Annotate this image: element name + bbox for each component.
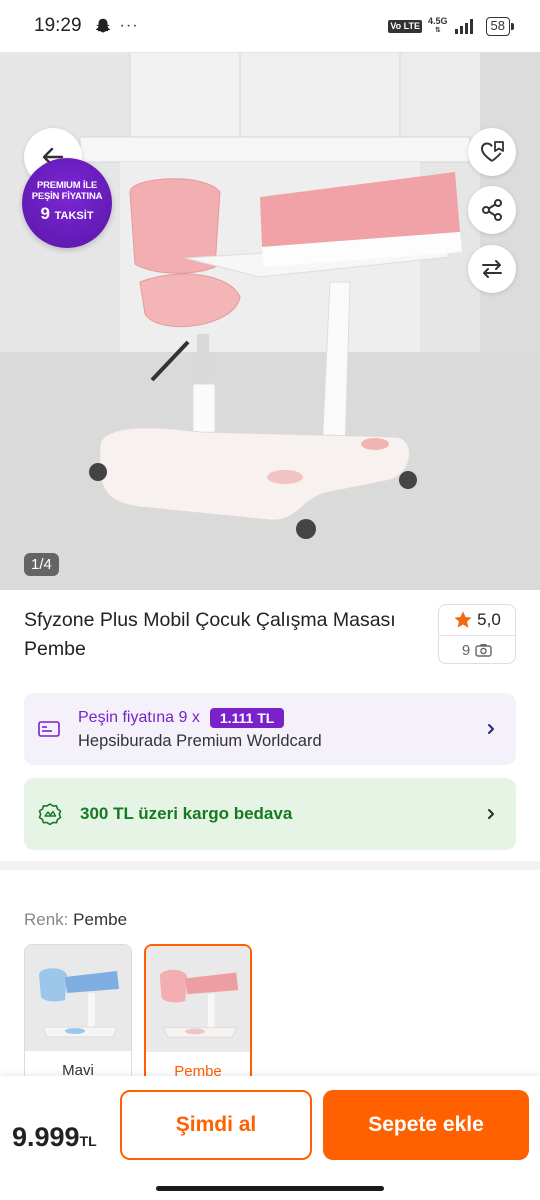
shipping-badge-icon	[38, 803, 62, 825]
premium-installment-card[interactable]: Peşin fiyatına 9 x 1.111 TL Hepsiburada …	[24, 693, 516, 765]
battery-level: 58	[485, 16, 515, 36]
camera-icon	[475, 644, 492, 657]
product-image-gallery[interactable]: PREMIUM İLE PEŞİN FİYATINA 9 TAKSİT 1/4	[0, 52, 540, 590]
promo-line3: 9 TAKSİT	[40, 204, 94, 223]
credit-card-icon	[38, 721, 60, 737]
installment-price: 1.111 TL	[209, 707, 285, 728]
home-indicator[interactable]	[156, 1186, 384, 1191]
photo-reviews[interactable]: 9	[439, 636, 515, 664]
volte-badge: Vo LTE	[388, 19, 423, 33]
free-shipping-text: 300 TL üzeri kargo bedava	[80, 804, 293, 823]
free-shipping-card[interactable]: 300 TL üzeri kargo bedava	[24, 778, 516, 850]
price-value: 9.999	[12, 1122, 80, 1152]
image-counter: 1/4	[24, 553, 59, 576]
chevron-right-icon	[488, 809, 494, 819]
share-icon	[482, 199, 502, 221]
section-divider	[0, 861, 540, 870]
color-option-pembe[interactable]: Pembe	[144, 944, 252, 1084]
chevron-right-icon	[488, 724, 494, 734]
bottom-action-bar: 9.999TL Şimdi al Sepete ekle	[0, 1076, 540, 1200]
color-thumbnail-pink	[146, 946, 250, 1052]
add-to-cart-button[interactable]: Sepete ekle	[323, 1090, 529, 1160]
color-thumbnail-blue	[25, 945, 131, 1051]
status-right: Vo LTE 4.5G ⇅ 58	[388, 16, 515, 36]
product-photo	[0, 52, 540, 590]
color-label-value: Pembe	[73, 910, 128, 929]
buy-now-button[interactable]: Şimdi al	[120, 1090, 312, 1160]
more-dots-icon: ···	[119, 17, 139, 34]
snapchat-icon	[95, 18, 110, 33]
network-type: 4.5G ⇅	[428, 16, 448, 35]
rating-value: 5,0	[477, 610, 501, 629]
color-label: Renk: Pembe	[24, 910, 127, 930]
add-to-list-button[interactable]	[468, 128, 516, 176]
promo-line1: PREMIUM İLE	[36, 180, 98, 191]
installment-prefix: Peşin fiyatına 9 x	[78, 708, 200, 726]
signal-icon	[454, 19, 473, 34]
heart-plus-icon	[480, 141, 504, 162]
photo-review-count: 9	[461, 641, 471, 659]
rating-row: 5,0	[439, 605, 515, 636]
status-bar: 19:29 ··· Vo LTE 4.5G ⇅ 58	[0, 0, 540, 52]
premium-text: Peşin fiyatına 9 x 1.111 TL Hepsiburada …	[78, 707, 322, 751]
share-button[interactable]	[468, 186, 516, 234]
color-option-mavi[interactable]: Mavi	[24, 944, 132, 1084]
rating-box[interactable]: 5,0 9	[438, 604, 516, 664]
card-name: Hepsiburada Premium Worldcard	[78, 731, 322, 750]
product-title: Sfyzone Plus Mobil Çocuk Çalışma Masası …	[24, 609, 396, 660]
product-price: 9.999TL	[12, 1122, 97, 1153]
status-time: 19:29	[34, 15, 82, 36]
compare-icon	[482, 260, 502, 278]
installment-line: Peşin fiyatına 9 x 1.111 TL	[78, 707, 322, 728]
compare-button[interactable]	[468, 245, 516, 293]
premium-installment-badge: PREMIUM İLE PEŞİN FİYATINA 9 TAKSİT	[22, 158, 112, 248]
promo-line2: PEŞİN FİYATINA	[31, 191, 103, 202]
star-icon	[454, 611, 472, 628]
color-label-key: Renk:	[24, 910, 69, 929]
price-currency: TL	[79, 1133, 97, 1149]
